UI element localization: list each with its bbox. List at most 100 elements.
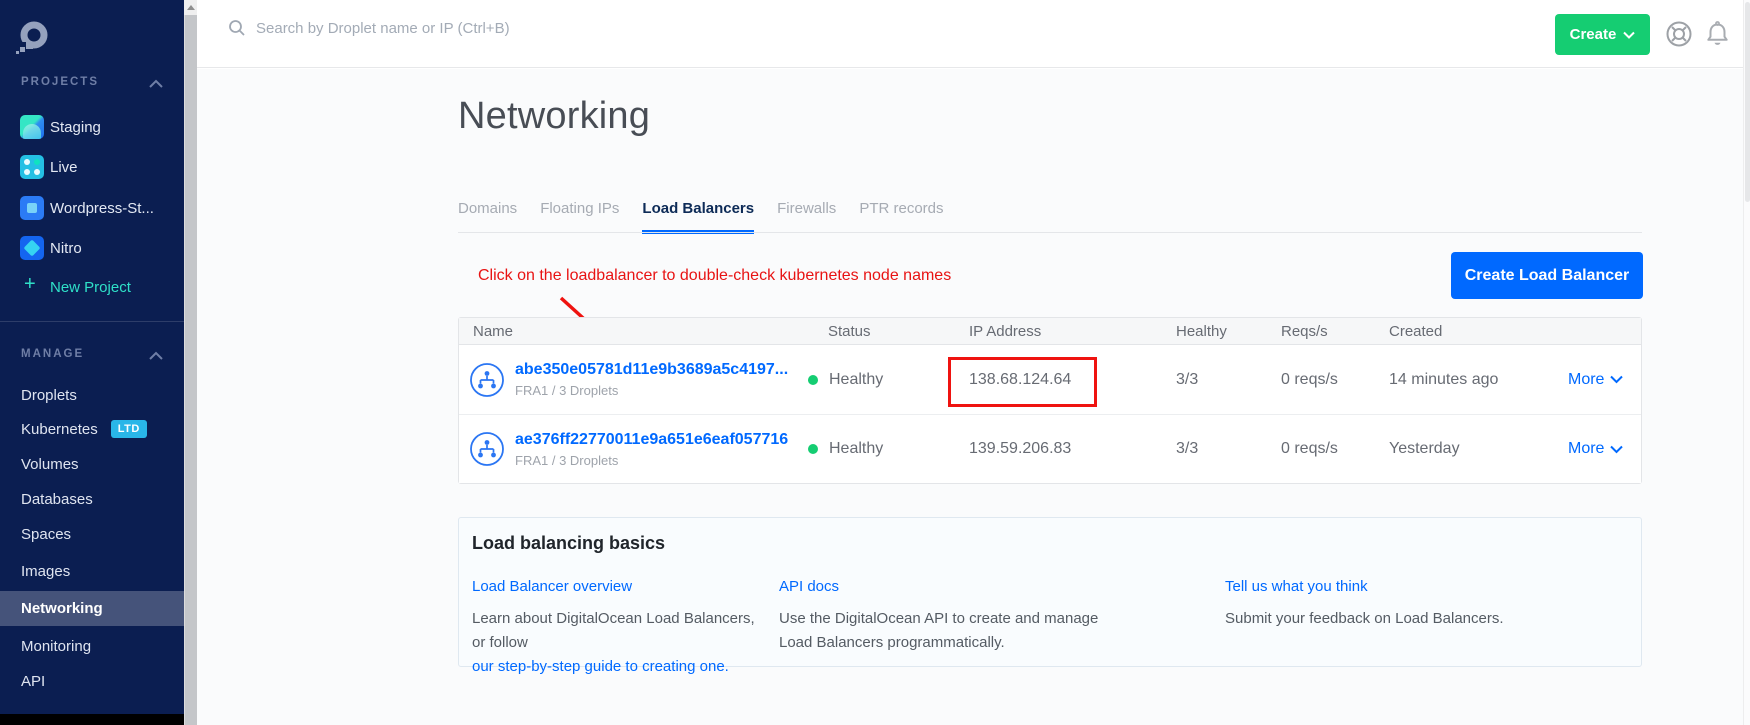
sidebar-item-databases[interactable]: Databases (0, 483, 184, 515)
project-label: Live (50, 159, 78, 176)
sidebar-item-api[interactable]: API (0, 665, 184, 697)
create-button[interactable]: Create (1555, 14, 1650, 55)
step-by-step-guide-link[interactable]: our step-by-step guide to creating one. (472, 658, 729, 675)
new-project-label: New Project (50, 279, 131, 296)
sidebar-project-staging[interactable]: Staging (0, 112, 184, 142)
load-balancer-meta: FRA1 / 3 Droplets (515, 453, 788, 468)
search-icon (227, 18, 247, 38)
column-header-name: Name (459, 323, 804, 340)
sidebar-item-label: Droplets (21, 387, 77, 404)
ltd-badge: LTD (111, 420, 147, 438)
page-scrollbar[interactable] (1743, 0, 1750, 725)
projects-collapse-chevron-icon[interactable] (148, 79, 164, 89)
sidebar-item-label: Monitoring (21, 638, 91, 655)
digitalocean-app: PROJECTS Staging Live Wordpress-St... Ni… (0, 0, 1750, 725)
load-balancer-icon (469, 431, 505, 467)
healthy-count: 3/3 (1174, 440, 1279, 458)
sidebar-item-spaces[interactable]: Spaces (0, 518, 184, 550)
digitalocean-logo-icon[interactable] (14, 18, 52, 56)
sidebar-item-label: Kubernetes (21, 421, 98, 438)
scrollbar-up-arrow-icon[interactable] (187, 5, 195, 10)
sidebar-item-networking[interactable]: Networking (0, 591, 184, 626)
new-project-button[interactable]: + New Project (0, 272, 184, 302)
ip-address-value: 138.68.124.64 (969, 371, 1174, 389)
sidebar-item-volumes[interactable]: Volumes (0, 448, 184, 480)
healthy-count: 3/3 (1174, 371, 1279, 389)
topbar: Create (197, 0, 1750, 68)
search-input[interactable] (256, 20, 676, 37)
table-row[interactable]: abe350e05781d11e9b3689a5c4197... FRA1 / … (459, 345, 1641, 414)
create-button-label: Create (1570, 26, 1617, 43)
tab-firewalls[interactable]: Firewalls (777, 200, 836, 234)
main-content: Networking Domains Floating IPs Load Bal… (197, 69, 1750, 725)
load-balancer-overview-link[interactable]: Load Balancer overview (472, 578, 772, 595)
create-load-balancer-button[interactable]: Create Load Balancer (1451, 252, 1643, 299)
help-lifebuoy-icon[interactable] (1665, 20, 1693, 48)
column-header-status: Status (804, 323, 969, 340)
sidebar-item-kubernetes[interactable]: Kubernetes LTD (0, 413, 184, 445)
sidebar-item-droplets[interactable]: Droplets (0, 379, 184, 411)
sidebar-item-label: Spaces (21, 526, 71, 543)
nitro-project-icon (20, 236, 44, 260)
tab-ptr-records[interactable]: PTR records (859, 200, 943, 234)
sidebar-item-images[interactable]: Images (0, 555, 184, 587)
load-balancer-name-link[interactable]: abe350e05781d11e9b3689a5c4197... (515, 361, 788, 379)
table-row[interactable]: ae376ff22770011e9a651e6eaf057716 FRA1 / … (459, 414, 1641, 483)
chevron-down-icon (1610, 445, 1623, 454)
api-docs-link[interactable]: API docs (779, 578, 1099, 595)
sidebar-item-label: Networking (21, 600, 103, 617)
tabs-bar: Domains Floating IPs Load Balancers Fire… (458, 200, 944, 234)
project-label: Wordpress-St... (50, 200, 154, 217)
sidebar-item-label: Volumes (21, 456, 79, 473)
load-balancer-meta: FRA1 / 3 Droplets (515, 383, 788, 398)
load-balancing-basics-card: Load balancing basics Load Balancer over… (458, 517, 1642, 667)
tab-domains[interactable]: Domains (458, 200, 517, 234)
column-header-created: Created (1389, 323, 1564, 340)
tabs-underline-rule (458, 232, 1642, 233)
column-header-healthy: Healthy (1174, 323, 1279, 340)
sidebar: PROJECTS Staging Live Wordpress-St... Ni… (0, 0, 184, 725)
status-text: Healthy (829, 440, 883, 458)
project-label: Staging (50, 119, 101, 136)
more-dropdown[interactable]: More (1564, 371, 1641, 389)
page-scrollbar-thumb[interactable] (1745, 2, 1750, 202)
tab-floating-ips[interactable]: Floating IPs (540, 200, 619, 234)
column-header-ip: IP Address (969, 323, 1174, 340)
feedback-link[interactable]: Tell us what you think (1225, 578, 1565, 595)
basics-body-text: Use the DigitalOcean API to create and m… (779, 607, 1099, 655)
sidebar-scrollbar[interactable] (184, 0, 197, 725)
notifications-bell-icon[interactable] (1704, 20, 1731, 48)
sidebar-item-label: API (21, 673, 45, 690)
healthy-status-dot (808, 444, 818, 454)
sidebar-divider (0, 321, 184, 322)
basics-body-text: Learn about DigitalOcean Load Balancers,… (472, 610, 755, 651)
manage-collapse-chevron-icon[interactable] (148, 351, 164, 361)
sidebar-scrollbar-thumb[interactable] (184, 15, 197, 725)
annotation-text: Click on the loadbalancer to double-chec… (478, 267, 951, 285)
column-header-reqs: Reqs/s (1279, 323, 1389, 340)
manage-section-header: MANAGE (21, 348, 84, 360)
sidebar-project-nitro[interactable]: Nitro (0, 233, 184, 263)
project-label: Nitro (50, 240, 82, 257)
more-dropdown[interactable]: More (1564, 440, 1641, 458)
wordpress-project-icon (20, 196, 44, 220)
load-balancer-icon (469, 362, 505, 398)
tab-load-balancers[interactable]: Load Balancers (642, 200, 754, 234)
sidebar-project-live[interactable]: Live (0, 152, 184, 182)
load-balancer-name-link[interactable]: ae376ff22770011e9a651e6eaf057716 (515, 431, 788, 449)
status-text: Healthy (829, 371, 883, 389)
sidebar-project-wordpress[interactable]: Wordpress-St... (0, 193, 184, 223)
plus-icon: + (24, 273, 36, 296)
more-label: More (1568, 440, 1604, 458)
ip-address-value: 139.59.206.83 (969, 440, 1174, 458)
basics-body-text: Submit your feedback on Load Balancers. (1225, 607, 1565, 631)
projects-section-header: PROJECTS (21, 76, 99, 88)
page-title: Networking (458, 95, 650, 138)
chevron-down-icon (1610, 375, 1623, 384)
table-header-row: Name Status IP Address Healthy Reqs/s Cr… (459, 318, 1641, 345)
requests-per-second: 0 reqs/s (1279, 371, 1389, 389)
sidebar-item-monitoring[interactable]: Monitoring (0, 630, 184, 662)
more-label: More (1568, 371, 1604, 389)
sidebar-item-label: Images (21, 563, 70, 580)
live-project-icon (20, 155, 44, 179)
